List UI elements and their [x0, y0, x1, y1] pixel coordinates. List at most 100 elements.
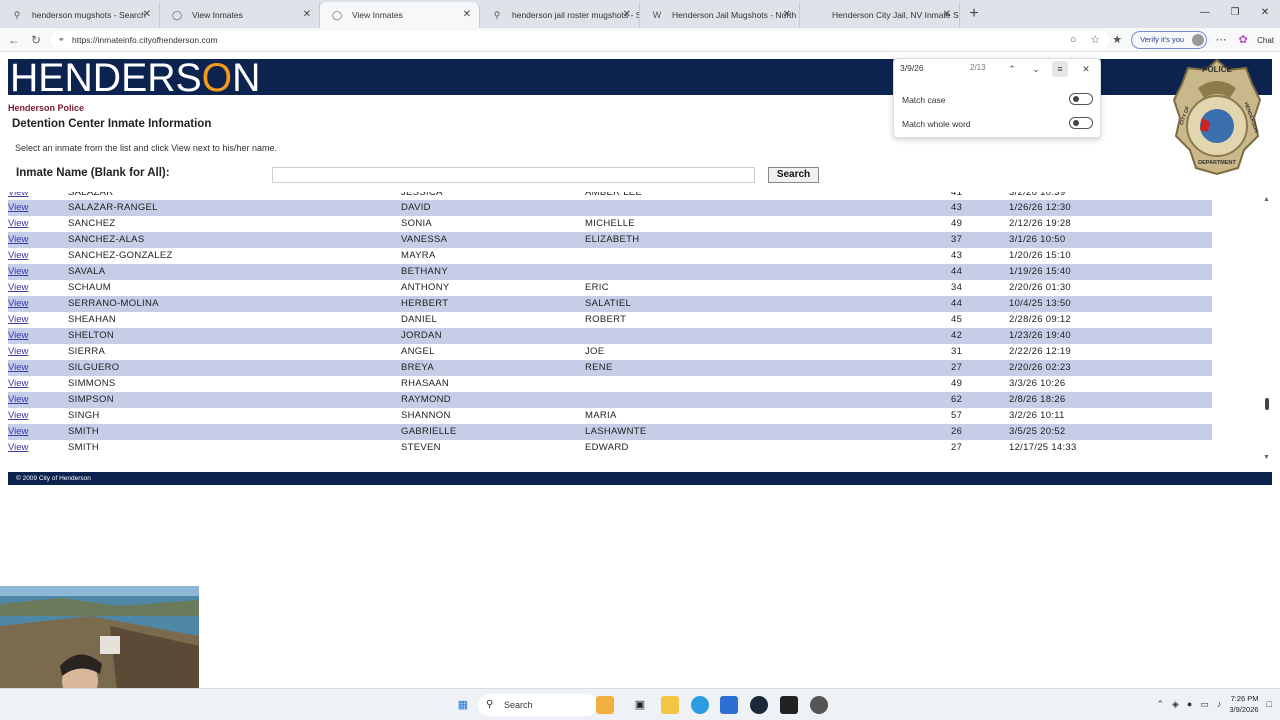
clock-time: 7:26 PM — [1230, 694, 1259, 703]
inmate-row: View SMITH GABRIELLE LASHAWNTE 26 3/5/25 20:5… — [8, 424, 1212, 440]
browser-tab[interactable]: Henderson City Jail, NV Inmate Se ✕ — [800, 2, 960, 28]
last-name: SERRANO-MOLINA — [68, 298, 159, 309]
url-field[interactable]: ⚭ https://inmateinfo.cityofhenderson.com — [50, 31, 1110, 49]
app-icon[interactable] — [780, 696, 798, 714]
view-link[interactable]: View — [8, 248, 28, 264]
search-button[interactable]: Search — [768, 167, 819, 183]
browser-tab[interactable]: ⚲ henderson mugshots - Search ✕ — [0, 2, 160, 28]
close-tab-icon[interactable]: ✕ — [143, 2, 151, 28]
back-icon[interactable]: ← — [4, 30, 24, 50]
tray-overflow-icon[interactable]: ⌃ — [1156, 699, 1164, 710]
badge-text-top: POLICE — [1202, 65, 1232, 74]
verify-profile-button[interactable]: Verify it's you — [1131, 31, 1208, 49]
view-link[interactable]: View — [8, 280, 28, 296]
close-tab-icon[interactable]: ✕ — [623, 2, 631, 28]
globe-icon: ◯ — [332, 10, 343, 20]
page-footer: © 2009 City of Henderson — [8, 472, 1272, 485]
close-window-icon[interactable]: ✕ — [1250, 0, 1280, 26]
url-text: https://inmateinfo.cityofhenderson.com — [72, 35, 218, 45]
view-link[interactable]: View — [8, 264, 28, 280]
browser-tab-active[interactable]: ◯ View Inmates ✕ — [320, 2, 480, 28]
chat-label[interactable]: Chat — [1257, 36, 1274, 45]
favorite-star-icon[interactable]: ☆ — [1087, 32, 1103, 48]
find-previous-icon[interactable]: ⌃ — [1004, 61, 1020, 77]
view-link[interactable]: View — [8, 232, 28, 248]
inmate-row: View SALAZAR-RANGEL DAVID 43 1/26/26 12:30 — [8, 200, 1212, 216]
notification-icon[interactable]: □ — [1267, 699, 1272, 709]
view-link[interactable]: View — [8, 312, 28, 328]
refresh-icon[interactable]: ↻ — [26, 30, 46, 50]
close-tab-icon[interactable]: ✕ — [463, 2, 471, 28]
obs-icon[interactable] — [810, 696, 828, 714]
network-icon[interactable]: ◈ — [1172, 699, 1179, 710]
booking-date: 12/17/25 14:33 — [1009, 442, 1077, 453]
middle-name: EDWARD — [585, 442, 629, 453]
first-name: SONIA — [401, 218, 433, 229]
inmate-row: View SAVALA BETHANY 44 1/19/26 15:40 — [8, 264, 1212, 280]
view-link[interactable]: View — [8, 216, 28, 232]
volume-icon[interactable]: ♪ — [1217, 699, 1222, 709]
last-name: SIMPSON — [68, 394, 114, 405]
find-close-icon[interactable]: ✕ — [1078, 61, 1094, 77]
microphone-icon[interactable]: ● — [1187, 699, 1192, 709]
inmate-row: View SHELTON JORDAN 42 1/23/26 19:40 — [8, 328, 1212, 344]
read-aloud-icon[interactable]: ○ — [1065, 32, 1081, 48]
view-link[interactable]: View — [8, 392, 28, 408]
match-whole-word-toggle[interactable] — [1069, 117, 1093, 129]
booking-date: 1/26/26 12:30 — [1009, 202, 1072, 213]
clock-date: 3/9/2026 — [1229, 705, 1259, 714]
booking-date: 3/2/26 10:11 — [1009, 410, 1065, 421]
display-icon[interactable]: ▭ — [1200, 699, 1209, 710]
inmate-row: View SERRANO-MOLINA HERBERT SALATIEL 44 10/4/… — [8, 296, 1212, 312]
scroll-up-icon[interactable]: ▲ — [1263, 196, 1270, 203]
task-view-icon[interactable]: ▣ — [631, 696, 649, 714]
more-options-icon[interactable]: ⋯ — [1213, 32, 1229, 48]
minimize-icon[interactable]: — — [1190, 0, 1220, 26]
find-filter-icon[interactable]: ≡ — [1052, 61, 1068, 77]
find-input[interactable]: 3/9/26 — [900, 63, 924, 73]
view-link[interactable]: View — [8, 376, 28, 392]
booking-date: 3/1/26 10:50 — [1009, 234, 1066, 245]
copilot-icon[interactable]: ✿ — [1235, 32, 1251, 48]
view-link[interactable]: View — [8, 360, 28, 376]
view-link[interactable]: View — [8, 296, 28, 312]
site-info-icon[interactable]: ⚭ — [58, 31, 65, 49]
close-tab-icon[interactable]: ✕ — [783, 2, 791, 28]
table-scrollbar[interactable]: ▲ ▼ — [1262, 192, 1272, 463]
scroll-thumb[interactable] — [1265, 398, 1269, 410]
view-link[interactable]: View — [8, 440, 28, 456]
view-link[interactable]: View — [8, 328, 28, 344]
file-explorer-icon[interactable] — [661, 696, 679, 714]
store-icon[interactable] — [720, 696, 738, 714]
close-tab-icon[interactable]: ✕ — [943, 2, 951, 28]
first-name: STEVEN — [401, 442, 441, 453]
favorites-icon[interactable]: ★ — [1109, 32, 1125, 48]
taskbar-clock[interactable]: 7:26 PM 3/9/2026 — [1229, 693, 1258, 715]
edge-browser-icon[interactable] — [691, 696, 709, 714]
new-tab-button[interactable]: + — [960, 2, 988, 28]
last-name: SMITH — [68, 426, 100, 437]
find-next-icon[interactable]: ⌄ — [1028, 61, 1044, 77]
inmate-table[interactable]: View SALAZAR JESSICA AMBER LEE 41 3/2/26 10:3… — [8, 192, 1272, 463]
browser-tab[interactable]: ⚲ henderson jail roster mugshots - S ✕ — [480, 2, 640, 28]
restore-icon[interactable]: ❐ — [1220, 0, 1250, 26]
last-name: SHELTON — [68, 330, 115, 341]
close-tab-icon[interactable]: ✕ — [303, 2, 311, 28]
inmate-name-input[interactable] — [272, 167, 755, 183]
browser-tab[interactable]: ◯ View Inmates ✕ — [160, 2, 320, 28]
widget-icon[interactable] — [596, 696, 614, 714]
windows-start-icon[interactable]: ▦ — [454, 696, 472, 714]
match-case-toggle[interactable] — [1069, 93, 1093, 105]
age: 57 — [951, 410, 963, 421]
booking-date: 10/4/25 13:50 — [1009, 298, 1072, 309]
first-name: GABRIELLE — [401, 426, 457, 437]
view-link[interactable]: View — [8, 200, 28, 216]
view-link[interactable]: View — [8, 344, 28, 360]
taskbar-search[interactable]: ⚲ Search — [478, 694, 598, 716]
view-link[interactable]: View — [8, 424, 28, 440]
scroll-down-icon[interactable]: ▼ — [1263, 454, 1270, 461]
age: 49 — [951, 218, 963, 229]
view-link[interactable]: View — [8, 408, 28, 424]
steam-icon[interactable] — [750, 696, 768, 714]
browser-tab[interactable]: W Henderson Jail Mugshots - North ✕ — [640, 2, 800, 28]
